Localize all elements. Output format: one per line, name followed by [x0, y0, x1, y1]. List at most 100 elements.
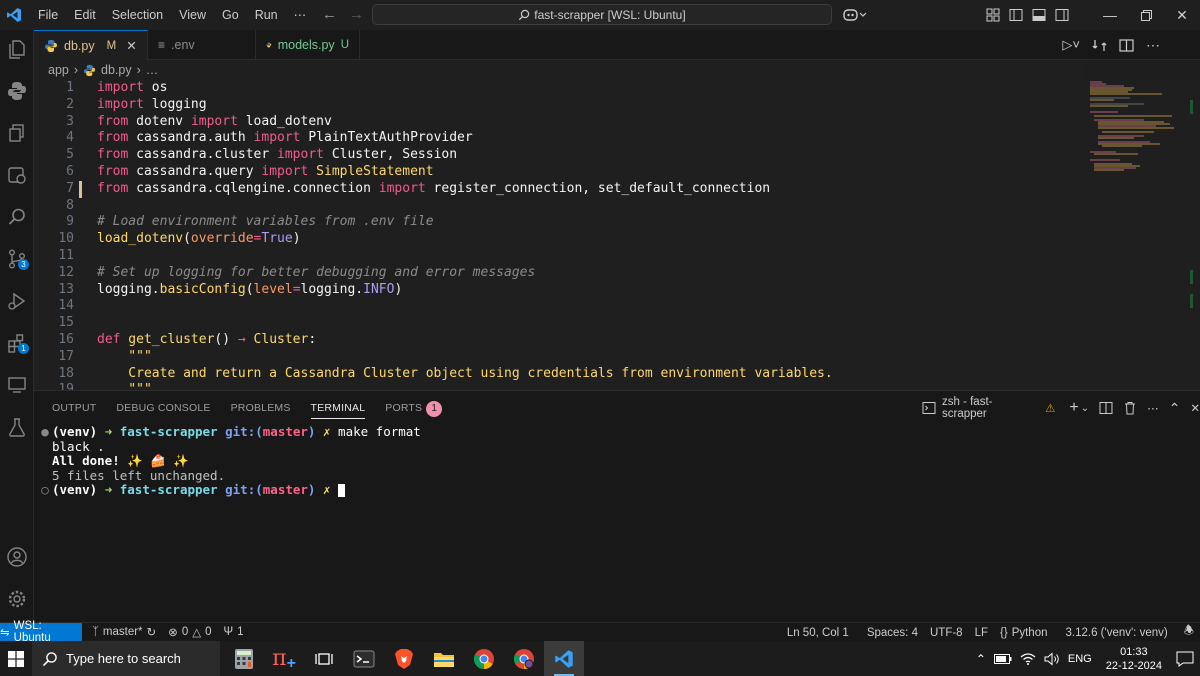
show-hidden-icons-chevron-icon[interactable]: ⌃ [976, 652, 986, 666]
copilot-icon[interactable] [842, 7, 868, 23]
cursor-position[interactable]: Ln 50, Col 1 [781, 627, 855, 639]
testing-icon[interactable] [0, 410, 34, 444]
menu-selection[interactable]: Selection [104, 0, 171, 30]
python-interpreter[interactable]: 3.12.6 ('venv': venv) [1060, 627, 1174, 639]
breadcrumb-symbol[interactable]: … [146, 63, 159, 77]
tab-db-py[interactable]: db.py M ✕ [34, 30, 148, 60]
more-actions-icon[interactable]: ⋯ [1147, 401, 1159, 415]
accounts-icon[interactable] [0, 540, 34, 574]
language-mode[interactable]: {} Python [994, 627, 1054, 639]
command-center[interactable]: fast-scrapper [WSL: Ubuntu] [372, 4, 832, 25]
remote-indicator[interactable]: ⇋ WSL: Ubuntu [0, 620, 82, 644]
chevron-down-icon[interactable]: ⌄ [1081, 403, 1089, 414]
vscode-app-icon[interactable] [544, 641, 584, 676]
toggle-secondary-sidebar-icon[interactable] [1055, 8, 1069, 22]
code-line[interactable]: 19 """ [34, 382, 1084, 390]
code-line[interactable]: 2 import logging [34, 97, 1084, 114]
breadcrumb-folder[interactable]: app [48, 63, 69, 77]
toggle-primary-sidebar-icon[interactable] [1009, 8, 1023, 22]
new-terminal-icon[interactable]: + [1069, 399, 1078, 417]
settings-gear-icon[interactable] [0, 582, 34, 616]
copy-files-icon[interactable] [0, 116, 34, 150]
minimap[interactable] [1084, 80, 1184, 390]
chrome-browser-icon[interactable] [464, 641, 504, 676]
chrome-profile-browser-icon[interactable] [504, 641, 544, 676]
volume-icon[interactable] [1044, 651, 1060, 666]
menu-run[interactable]: Run [247, 0, 286, 30]
terminal-instance-label[interactable]: zsh - fast-scrapper [942, 396, 1037, 420]
split-terminal-icon[interactable] [1099, 401, 1113, 415]
windows-start-icon[interactable] [0, 641, 32, 676]
remote-explorer-icon[interactable] [0, 158, 34, 192]
close-window-icon[interactable]: ✕ [1164, 0, 1200, 30]
customize-layout-icon[interactable] [986, 8, 1000, 22]
code-line[interactable]: 9 # Load environment variables from .env … [34, 214, 1084, 231]
compare-changes-icon[interactable] [1092, 38, 1107, 53]
task-view-icon[interactable] [304, 641, 344, 676]
split-editor-icon[interactable] [1119, 38, 1134, 53]
notification-center-icon[interactable] [1176, 651, 1194, 667]
code-line[interactable]: 6 from cassandra.query import SimpleState… [34, 164, 1084, 181]
code-line[interactable]: 11 [34, 248, 1084, 265]
terminal[interactable]: ● (venv) ➜ fast-scrapper git:(master) ✗ … [34, 424, 1200, 623]
end-of-line[interactable]: LF [969, 627, 994, 639]
maximize-panel-icon[interactable]: ⌃ [1169, 400, 1181, 417]
back-arrow-icon[interactable]: ← [322, 0, 337, 30]
source-control-icon[interactable]: 3 [0, 242, 34, 276]
remote-monitor-icon[interactable] [0, 368, 34, 402]
code-line[interactable]: 3 from dotenv import load_dotenv [34, 114, 1084, 131]
code-line[interactable]: 14 [34, 298, 1084, 315]
code-line[interactable]: 17 """ [34, 349, 1084, 366]
input-language[interactable]: ENG [1068, 653, 1092, 665]
problems-indicator[interactable]: ⊗ 0 △ 0 [162, 625, 217, 639]
code-line[interactable]: 15 [34, 315, 1084, 332]
code-line[interactable]: 18 Create and return a Cassandra Cluster… [34, 366, 1084, 383]
code-line[interactable]: 16 def get_cluster() → Cluster: [34, 332, 1084, 349]
code-line[interactable]: 7 from cassandra.cqlengine.connection imp… [34, 180, 1084, 198]
code-line[interactable]: 8 [34, 198, 1084, 215]
tab-ports[interactable]: PORTS 1 [375, 391, 452, 425]
branch-indicator[interactable]: ᛉ master* ↻ [86, 625, 162, 639]
minimize-icon[interactable]: — [1092, 0, 1128, 30]
indentation[interactable]: Spaces: 4 [861, 627, 924, 639]
more-actions-icon[interactable]: ⋯ [1146, 37, 1160, 54]
breadcrumb-file[interactable]: db.py [101, 63, 132, 77]
code-line[interactable]: 5 from cassandra.cluster import Cluster, … [34, 147, 1084, 164]
menu-go[interactable]: Go [214, 0, 247, 30]
code-line[interactable]: 1 import os [34, 80, 1084, 97]
code-line[interactable]: 4 from cassandra.auth import PlainTextAut… [34, 130, 1084, 147]
menu-edit[interactable]: Edit [66, 0, 104, 30]
code-lines[interactable]: 1 import os 2 import logging 3 from dotenv im… [34, 80, 1084, 390]
forward-arrow-icon[interactable]: → [349, 0, 364, 30]
close-panel-icon[interactable]: ✕ [1190, 401, 1200, 415]
run-python-file-icon[interactable]: ▷˅ [1062, 37, 1080, 53]
taskbar-search[interactable]: Type here to search [32, 641, 220, 676]
battery-icon[interactable] [993, 653, 1012, 664]
file-explorer-icon[interactable] [424, 641, 464, 676]
extensions-icon[interactable]: 1 [0, 326, 34, 360]
code-line[interactable]: 12 # Set up logging for better debugging … [34, 265, 1084, 282]
tab-close-icon[interactable]: ✕ [126, 38, 136, 53]
calculator-app-icon[interactable] [224, 641, 264, 676]
tab-models-py[interactable]: models.py U [256, 30, 360, 60]
code-editor[interactable]: 1 import os 2 import logging 3 from dotenv im… [34, 80, 1200, 390]
encoding[interactable]: UTF-8 [924, 627, 969, 639]
ports-indicator[interactable]: Ψ 1 [217, 626, 249, 638]
code-line[interactable]: 13 logging.basicConfig(level=logging.INFO… [34, 282, 1084, 299]
explorer-icon[interactable] [0, 32, 34, 66]
tab-terminal[interactable]: TERMINAL [301, 391, 376, 425]
restore-icon[interactable] [1128, 0, 1164, 30]
math-app-icon[interactable]: π + [264, 641, 304, 676]
editor-scrollbar[interactable] [1186, 80, 1200, 390]
toggle-panel-icon[interactable] [1032, 8, 1046, 22]
code-line[interactable]: 10 load_dotenv(override=True) [34, 231, 1084, 248]
brave-browser-icon[interactable] [384, 641, 424, 676]
tab-env[interactable]: ≡ .env [148, 30, 256, 60]
menu-more[interactable]: ⋯ [286, 0, 315, 30]
tab-output[interactable]: OUTPUT [42, 391, 106, 425]
python-icon[interactable] [0, 74, 34, 108]
tab-problems[interactable]: PROBLEMS [221, 391, 301, 425]
wifi-icon[interactable] [1020, 652, 1036, 665]
clock[interactable]: 01:33 22-12-2024 [1106, 645, 1162, 673]
tab-debug-console[interactable]: DEBUG CONSOLE [106, 391, 220, 425]
